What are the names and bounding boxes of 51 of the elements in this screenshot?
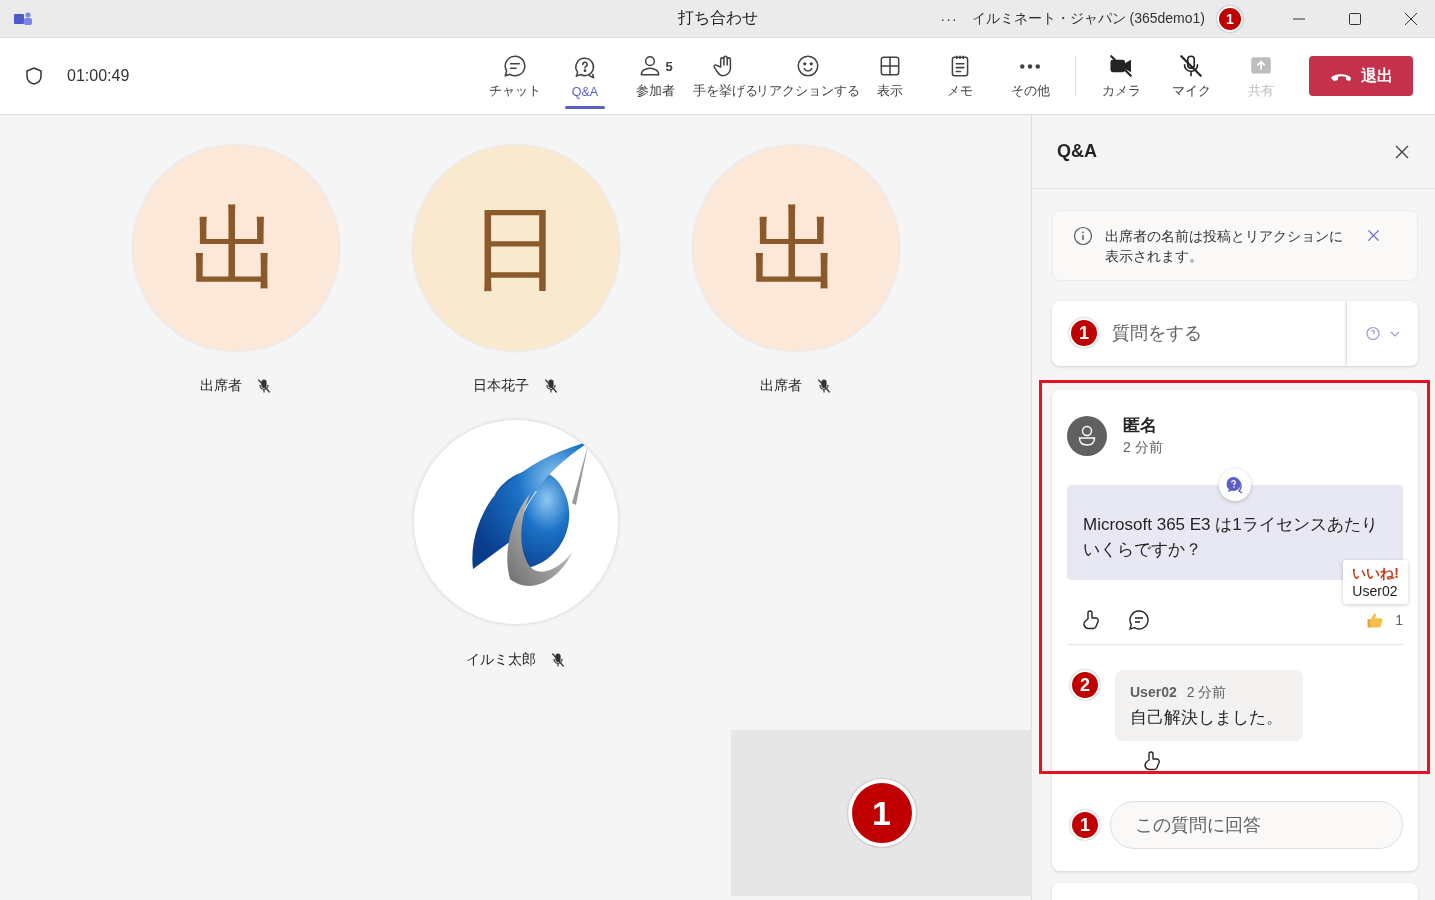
answer-field[interactable]: この質問に回答 — [1110, 801, 1403, 849]
post-time: 2 分前 — [1123, 439, 1163, 457]
participant-avatar: 出 — [692, 145, 899, 351]
callout-badge: 1 — [847, 779, 916, 847]
participant-avatar: 出 — [132, 145, 339, 351]
like-count: 1 — [1395, 612, 1403, 628]
account-name: イルミネート・ジャパン (365demo1) — [971, 9, 1205, 28]
people-button[interactable]: 5 参加者 — [620, 41, 690, 111]
participant-name: 日本花子 — [472, 377, 529, 395]
camera-off-icon — [1108, 53, 1134, 79]
caret-icon — [1389, 330, 1400, 337]
participant-name: イルミ太郎 — [465, 651, 536, 669]
notes-button[interactable]: メモ — [925, 41, 995, 111]
app-logo-icon — [13, 10, 33, 27]
shield-icon[interactable] — [24, 66, 44, 86]
panel-title: Q&A — [1057, 141, 1097, 162]
tooltip-user: User02 — [1352, 583, 1399, 599]
participant-name: 出席者 — [759, 377, 802, 395]
anonymous-avatar — [1067, 415, 1107, 456]
camera-button[interactable]: カメラ — [1086, 41, 1156, 111]
leave-button[interactable]: 退出 — [1309, 56, 1413, 96]
question-icon — [1365, 325, 1380, 342]
notice-text: 出席者の名前は投稿とリアクションに表示されます。 — [1105, 227, 1344, 266]
close-icon[interactable] — [1404, 11, 1418, 26]
mic-button[interactable]: マイク — [1156, 41, 1226, 111]
more-button[interactable]: ··· — [940, 10, 958, 27]
participant-name: 出席者 — [199, 377, 242, 395]
author-name: 匿名 — [1123, 415, 1158, 437]
muted-mic-icon — [1178, 53, 1204, 79]
reply-time: 2 分前 — [1186, 684, 1227, 702]
chat-icon — [502, 53, 528, 79]
info-icon — [1073, 226, 1093, 246]
meeting-timer: 01:00:49 — [67, 67, 130, 85]
more-icon — [1020, 63, 1040, 69]
more-button[interactable]: その他 — [995, 41, 1065, 111]
maximize-icon[interactable] — [1348, 11, 1362, 26]
qa-button[interactable]: Q&A — [550, 41, 620, 111]
callout-badge: 1 — [1217, 5, 1243, 32]
chat-button[interactable]: チャット — [480, 41, 550, 111]
comment-icon[interactable] — [1127, 608, 1151, 632]
tooltip-title: いいね! — [1352, 565, 1399, 581]
participant-avatar: 日 — [412, 145, 619, 351]
question-text: Microsoft 365 E3 は1ライセンスあたりいくらですか？ — [1083, 514, 1379, 561]
close-icon[interactable] — [1394, 143, 1410, 160]
reply-author: User02 — [1130, 684, 1177, 700]
close-icon[interactable] — [1367, 229, 1380, 242]
callout-badge: 1 — [1070, 810, 1100, 840]
reply-text: 自己解決しました。 — [1130, 707, 1283, 729]
hand-button[interactable]: 手を挙げる — [690, 41, 760, 111]
window-title: 打ち合わせ — [677, 8, 758, 28]
callout-badge: 2 — [1070, 670, 1100, 700]
